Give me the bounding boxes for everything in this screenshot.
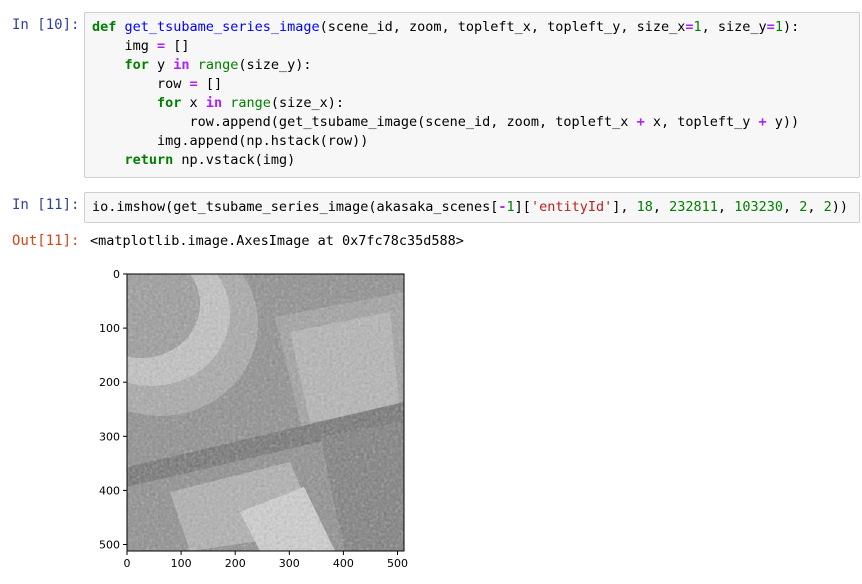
- x-tick-label: 200: [225, 557, 246, 570]
- code-line: for x in range(size_x):: [157, 95, 345, 111]
- code-line: def get_tsubame_series_image(scene_id, z…: [92, 19, 800, 35]
- imshow-figure: 0 100 200 300 400 500 0 100 200 300 400 500: [99, 268, 408, 570]
- code-line: row.append(get_tsubame_image(scene_id, z…: [92, 114, 800, 130]
- x-tick-label: 400: [333, 557, 354, 570]
- y-tick-label: 300: [99, 430, 120, 443]
- code-lines: def get_tsubame_series_image(scene_id, z…: [92, 18, 852, 170]
- code-line: return np.vstack(img): [124, 152, 296, 168]
- code-line: io.imshow(get_tsubame_series_image(akasa…: [92, 199, 849, 215]
- input-prompt-11: In [11]:: [12, 197, 80, 213]
- y-tick-label: 0: [113, 268, 120, 281]
- x-tick-label: 300: [279, 557, 300, 570]
- code-line: img = []: [92, 38, 190, 54]
- code-line: for y in range(size_y):: [124, 57, 312, 73]
- satellite-image: [127, 274, 404, 551]
- x-tick-label: 500: [387, 557, 408, 570]
- y-tick-label: 200: [99, 376, 120, 389]
- output-prompt-11: Out[11]:: [12, 233, 80, 249]
- y-tick-label: 500: [99, 539, 120, 552]
- imshow-output: 0 100 200 300 400 500 0 100 200 300 400 500: [90, 262, 420, 580]
- code-lines: io.imshow(get_tsubame_series_image(akasa…: [92, 198, 852, 217]
- code-editor-10[interactable]: def get_tsubame_series_image(scene_id, z…: [84, 12, 860, 178]
- y-axis: 0 100 200 300 400 500: [99, 268, 127, 552]
- x-axis: 0 100 200 300 400 500: [124, 551, 408, 570]
- code-editor-11[interactable]: io.imshow(get_tsubame_series_image(akasa…: [84, 192, 860, 223]
- output-text: <matplotlib.image.AxesImage at 0x7fc78c3…: [90, 233, 464, 249]
- code-line: row = []: [92, 76, 223, 92]
- y-tick-label: 400: [99, 484, 120, 497]
- y-tick-label: 100: [99, 322, 120, 335]
- code-line: img.append(np.hstack(row)): [92, 133, 369, 149]
- x-tick-label: 0: [124, 557, 131, 570]
- x-tick-label: 100: [171, 557, 192, 570]
- input-prompt-10: In [10]:: [12, 17, 80, 33]
